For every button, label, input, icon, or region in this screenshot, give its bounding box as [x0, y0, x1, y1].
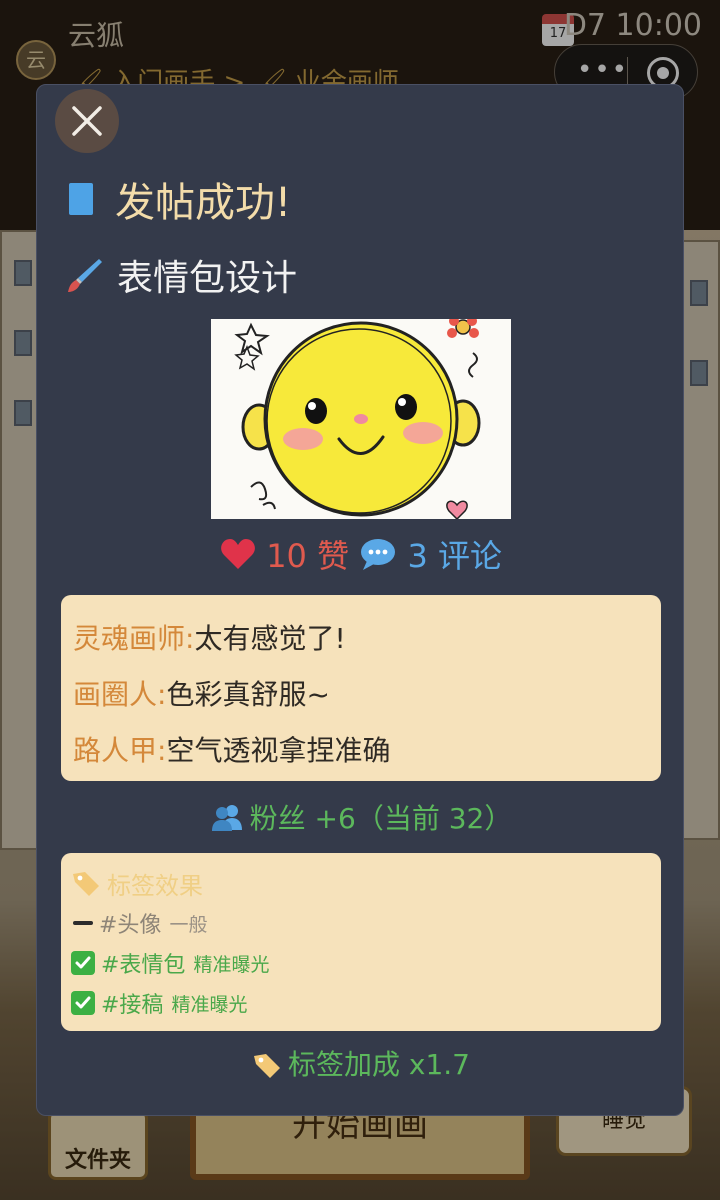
post-success-modal: 发帖成功! 表情包设计 10 赞 3 评论 灵魂画师: 太有感觉了! 画圈人: …	[36, 84, 684, 1116]
tag-name: #头像	[99, 913, 162, 938]
subject-title: 表情包设计	[117, 258, 298, 299]
tag-effect-row: #表情包 精准曝光	[71, 943, 651, 983]
close-icon	[72, 106, 102, 136]
tag-name: #接稿	[101, 993, 164, 1018]
success-header: 发帖成功!	[69, 171, 291, 227]
comment-author: 灵魂画师:	[73, 622, 195, 655]
tag-bonus-text: 标签加成 x1.7	[287, 1048, 470, 1081]
tag-effect: 精准曝光	[193, 953, 270, 976]
tags-title: 标签效果	[107, 871, 203, 900]
comment-item: 画圈人: 色彩真舒服~	[73, 665, 649, 721]
tag-icon	[73, 872, 99, 896]
sun-smiley-drawing	[211, 319, 511, 519]
comment-item: 路人甲: 空气透视拿捏准确	[73, 721, 649, 777]
paintbrush-icon	[68, 259, 102, 292]
tag-effect: 精准曝光	[171, 993, 248, 1016]
artwork-image[interactable]	[211, 319, 511, 519]
tag-effect: 一般	[169, 913, 208, 936]
users-icon	[211, 805, 242, 831]
comments-count: 3 评论	[407, 537, 502, 575]
neutral-dash-icon	[73, 921, 93, 925]
close-button[interactable]	[55, 89, 119, 153]
tag-bonus: 标签加成 x1.7	[37, 1043, 685, 1087]
tags-header: 标签效果	[71, 863, 651, 903]
success-title: 发帖成功!	[115, 180, 292, 226]
comment-author: 路人甲:	[73, 734, 167, 767]
tag-name: #表情包	[101, 953, 186, 978]
checkmark-icon	[71, 951, 95, 975]
subject-header: 表情包设计	[65, 247, 297, 303]
comment-text: 太有感觉了!	[194, 622, 346, 655]
comment-text: 空气透视拿捏准确	[166, 734, 391, 767]
tag-effect-row: #接稿 精准曝光	[71, 983, 651, 1023]
tags-effect-card: 标签效果 #头像 一般 #表情包 精准曝光 #接稿 精准曝光	[61, 853, 661, 1031]
fans-gain: 粉丝 +6（当前 32）	[37, 797, 685, 841]
heart-icon	[221, 539, 255, 569]
comments-card: 灵魂画师: 太有感觉了! 画圈人: 色彩真舒服~ 路人甲: 空气透视拿捏准确	[61, 595, 661, 781]
tag-effect-row: #头像 一般	[71, 903, 651, 943]
likes-count: 10 赞	[266, 537, 350, 575]
fans-text: 粉丝 +6（当前 32）	[249, 802, 513, 835]
comment-text: 色彩真舒服~	[166, 678, 330, 711]
engagement-stats: 10 赞 3 评论	[37, 531, 685, 581]
comment-item: 灵魂画师: 太有感觉了!	[73, 609, 649, 665]
checkmark-icon	[71, 991, 95, 1015]
speech-bubble-icon	[361, 539, 396, 570]
blue-square-icon	[69, 183, 93, 215]
tag-icon	[253, 1054, 280, 1078]
comment-author: 画圈人:	[73, 678, 167, 711]
